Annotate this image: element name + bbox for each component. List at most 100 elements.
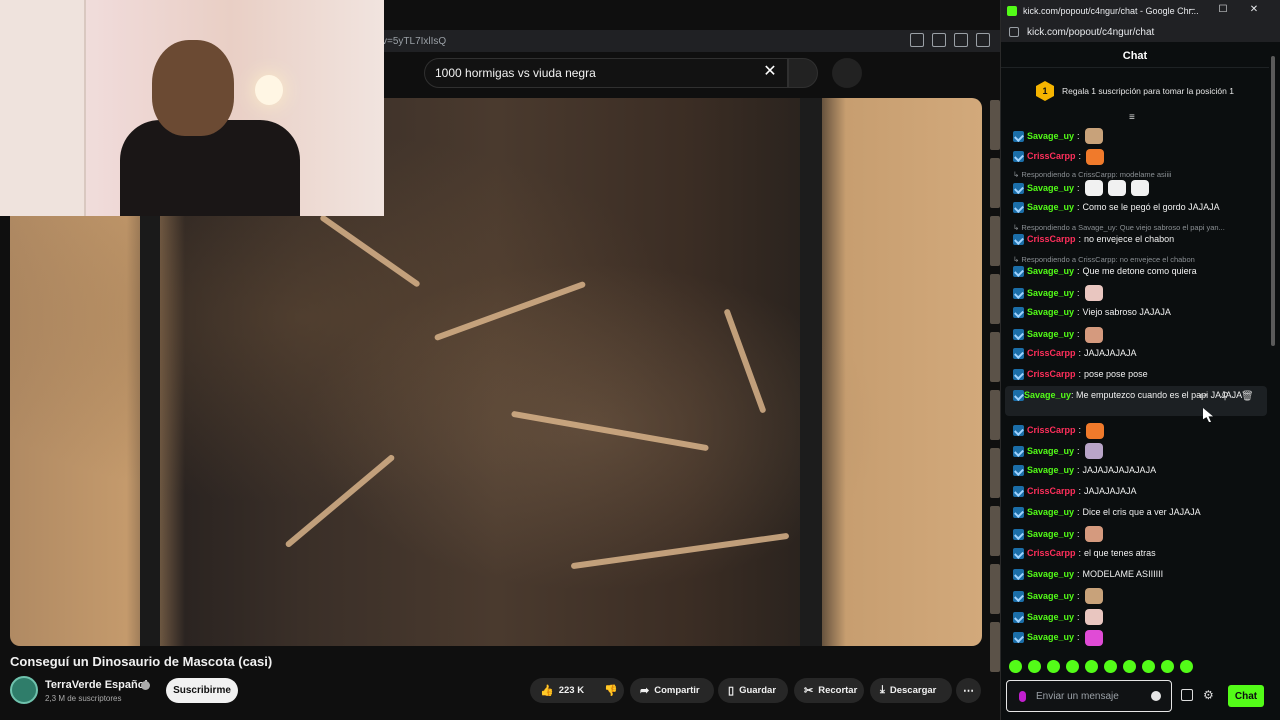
emote-button[interactable] <box>1047 660 1060 673</box>
chat-username[interactable]: Savage_uy <box>1027 445 1074 458</box>
chat-message[interactable]: Savage_uy: Viejo sabroso JAJAJA <box>1013 306 1265 319</box>
subscriber-badge-icon[interactable] <box>1013 547 1024 559</box>
emote-icon[interactable] <box>1130 180 1149 197</box>
emote-button[interactable] <box>1066 660 1079 673</box>
chat-username[interactable]: Savage_uy <box>1024 390 1071 400</box>
subscriber-badge-icon[interactable] <box>1013 348 1024 360</box>
emoji-icon[interactable] <box>1151 691 1161 701</box>
chat-username[interactable]: Savage_uy <box>1027 265 1074 278</box>
chat-message[interactable]: CrissCarpp: <box>1013 422 1265 439</box>
gift-icon[interactable] <box>1181 689 1193 701</box>
emote-icon[interactable] <box>1084 609 1103 625</box>
chat-message[interactable]: CrissCarpp: pose pose pose <box>1013 368 1265 381</box>
youtube-url[interactable]: v=5yTL7IxlIsQ <box>382 36 446 47</box>
chat-message[interactable]: Savage_uy: MODELAME ASIIIIII <box>1013 568 1265 581</box>
chat-username[interactable]: Savage_uy <box>1027 130 1074 143</box>
subscriber-badge-icon[interactable] <box>1013 389 1024 401</box>
reply-icon[interactable]: ↩ <box>1197 391 1209 402</box>
recommendation-thumbnail[interactable] <box>990 216 1000 266</box>
microphone-icon[interactable] <box>832 58 862 88</box>
recommendation-thumbnail[interactable] <box>990 100 1000 150</box>
emote-icon[interactable] <box>1084 180 1103 197</box>
subscriber-badge-icon[interactable] <box>1013 369 1024 380</box>
chat-message[interactable]: Savage_uy: Que me detone como quiera <box>1013 265 1265 278</box>
channel-name[interactable]: TerraVerde Español <box>45 679 148 691</box>
chat-username[interactable]: Savage_uy <box>1027 464 1074 477</box>
chat-message[interactable]: Savage_uy: Dice el cris que a ver JAJAJA <box>1013 506 1265 519</box>
more-options-button[interactable]: ⋯ <box>956 678 981 703</box>
chat-username[interactable]: Savage_uy <box>1027 611 1074 624</box>
address-bar[interactable]: kick.com/popout/c4ngur/chat <box>1001 22 1280 42</box>
emote-icon[interactable] <box>1084 629 1103 646</box>
extension-icon[interactable] <box>954 33 968 47</box>
subscriber-badge-icon[interactable] <box>1013 528 1024 540</box>
save-button[interactable]: ▯ Guardar <box>718 678 788 703</box>
close-icon[interactable]: ✕ <box>762 64 778 80</box>
chat-username[interactable]: Savage_uy <box>1027 182 1074 195</box>
youtube-address-bar[interactable]: v=5yTL7IxlIsQ <box>380 30 1000 52</box>
chat-username[interactable]: CrissCarpp <box>1027 424 1076 437</box>
maximize-icon[interactable]: ☐ <box>1216 4 1230 15</box>
subscriber-badge-icon[interactable] <box>1013 568 1024 580</box>
subscriber-badge-icon[interactable] <box>1013 202 1024 214</box>
chat-message[interactable]: CrissCarpp: no envejece el chabon <box>1013 233 1265 246</box>
recommendation-thumbnail[interactable] <box>990 158 1000 208</box>
site-info-icon[interactable] <box>1009 27 1019 37</box>
gear-icon[interactable]: ⚙ <box>1203 688 1214 702</box>
emote-button[interactable] <box>1180 660 1193 673</box>
recommendation-thumbnail[interactable] <box>990 564 1000 614</box>
chat-username[interactable]: Savage_uy <box>1027 568 1074 581</box>
subscriber-badge-icon[interactable] <box>1013 329 1024 341</box>
reply-context[interactable]: Respondiendo a CrissCarpp: modelame asii… <box>1013 170 1265 179</box>
gift-leaderboard-banner[interactable]: 1 Regala 1 suscripción para tomar la pos… <box>1001 74 1269 108</box>
emote-button[interactable] <box>1161 660 1174 673</box>
pin-icon[interactable]: ⚲ <box>1219 391 1231 402</box>
channel-avatar[interactable] <box>10 676 38 704</box>
emote-icon[interactable] <box>1084 326 1103 343</box>
chat-username[interactable]: CrissCarpp <box>1027 547 1076 560</box>
page-url[interactable]: kick.com/popout/c4ngur/chat <box>1027 27 1154 38</box>
close-icon[interactable]: ✕ <box>1247 4 1261 15</box>
chat-message[interactable]: Savage_uy: <box>1013 285 1265 302</box>
emote-button[interactable] <box>1028 660 1041 673</box>
reply-context[interactable]: Respondiendo a Savage_uy: Que viejo sabr… <box>1013 223 1265 232</box>
dislike-button[interactable]: 👎 <box>598 678 624 703</box>
emote-icon[interactable] <box>1084 285 1103 302</box>
chat-username[interactable]: CrissCarpp <box>1027 347 1076 360</box>
recommendation-thumbnail[interactable] <box>990 448 1000 498</box>
clip-button[interactable]: ✂ Recortar <box>794 678 864 703</box>
scrollbar-thumb[interactable] <box>1271 56 1275 346</box>
youtube-search-input[interactable]: 1000 hormigas vs viuda negra <box>424 58 788 88</box>
chat-message[interactable]: Savage_uy: <box>1013 588 1265 605</box>
trash-icon[interactable]: 🗑 <box>1241 391 1254 402</box>
reply-context[interactable]: Respondiendo a CrissCarpp: no envejece e… <box>1013 255 1265 264</box>
chat-username[interactable]: Savage_uy <box>1027 287 1074 300</box>
chat-username[interactable]: Savage_uy <box>1027 631 1074 644</box>
emote-icon[interactable] <box>1107 180 1126 197</box>
share-button[interactable]: ➦ Compartir <box>630 678 714 703</box>
recommendation-thumbnail[interactable] <box>990 390 1000 440</box>
subscriber-badge-icon[interactable] <box>1013 485 1024 497</box>
subscriber-badge-icon[interactable] <box>1013 425 1024 437</box>
like-button[interactable]: 👍 223 K <box>530 678 598 703</box>
emote-button[interactable] <box>1009 660 1022 673</box>
chat-message[interactable]: Savage_uy: JAJAJAJAJAJAJA <box>1013 464 1265 477</box>
chat-username[interactable]: Savage_uy <box>1027 201 1074 214</box>
subscriber-badge-icon[interactable] <box>1013 445 1024 457</box>
chat-username[interactable]: CrissCarpp <box>1027 150 1076 163</box>
chat-message[interactable]: Savage_uy: <box>1013 128 1265 144</box>
chat-message[interactable]: Savage_uy: <box>1013 609 1265 625</box>
subscriber-badge-icon[interactable] <box>1013 287 1024 299</box>
chat-message[interactable]: Savage_uy: <box>1013 443 1265 460</box>
chat-username[interactable]: CrissCarpp <box>1027 233 1076 246</box>
subscriber-badge-icon[interactable] <box>1013 265 1024 277</box>
chat-message[interactable]: Savage_uy: <box>1013 526 1265 543</box>
chat-message[interactable]: Savage_uy: Como se le pegó el gordo JAJA… <box>1013 201 1265 214</box>
chat-input[interactable]: Enviar un mensaje <box>1006 680 1172 712</box>
chat-username[interactable]: Savage_uy <box>1027 590 1074 603</box>
chat-message[interactable]: CrissCarpp: el que tenes atras <box>1013 547 1265 560</box>
subscriber-badge-icon[interactable] <box>1013 506 1024 518</box>
chat-username[interactable]: CrissCarpp <box>1027 485 1076 498</box>
chat-message[interactable]: CrissCarpp: JAJAJAJAJA <box>1013 347 1265 360</box>
share-page-icon[interactable] <box>932 33 946 47</box>
